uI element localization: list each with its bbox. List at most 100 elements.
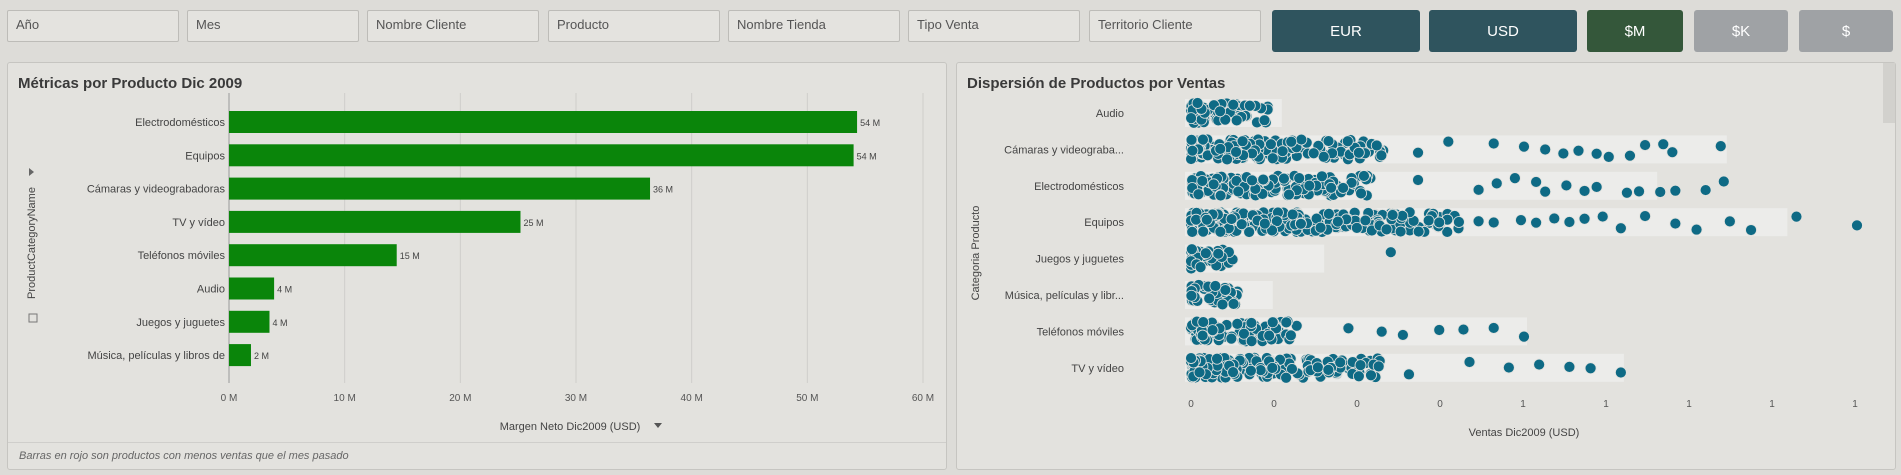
scatter-point xyxy=(1639,139,1651,151)
scatter-point xyxy=(1572,144,1585,157)
scatter-point xyxy=(1194,261,1207,274)
x-tick-label: 0 M xyxy=(221,393,238,404)
bar-chart: 0 M 10 M 20 M 30 M 40 M 50 M 60 M Electrodomést… xyxy=(26,93,934,433)
scatter-point xyxy=(1314,221,1327,234)
scatter-point xyxy=(1790,210,1803,223)
scatter-point xyxy=(1403,368,1415,381)
eur-button[interactable]: EUR xyxy=(1272,10,1420,52)
scatter-point xyxy=(1265,138,1277,151)
scatter-point xyxy=(1197,225,1210,238)
category-label: TV y vídeo xyxy=(1071,363,1124,375)
x-tick-label: 1 xyxy=(1603,399,1609,410)
scatter-point xyxy=(1185,352,1197,364)
scatter-point xyxy=(1245,335,1258,348)
scatter-point xyxy=(1243,99,1256,112)
filter-nombre-cliente[interactable]: Nombre Cliente xyxy=(367,10,539,42)
scatter-point xyxy=(1624,149,1636,162)
category-label: Música, películas y libr... xyxy=(1005,290,1124,302)
scatter-point xyxy=(1199,247,1212,260)
category-label: Electrodomésticos xyxy=(1034,181,1124,193)
scatter-point xyxy=(1257,173,1270,186)
millions-button[interactable]: $M xyxy=(1587,10,1683,52)
scatter-point xyxy=(1584,362,1597,375)
scatter-point xyxy=(1285,135,1298,148)
scatter-point xyxy=(1227,98,1240,111)
bar xyxy=(229,144,854,167)
scatter-point xyxy=(1231,317,1244,330)
scatter-point xyxy=(1666,146,1679,159)
data-label: 15 M xyxy=(400,251,420,261)
scatter-chart: 0 0 0 0 1 1 1 1 1 Audio Cámaras y videograba... Ele… xyxy=(970,97,1863,439)
scatter-point xyxy=(1487,216,1500,229)
scatter-point xyxy=(1280,371,1293,384)
scatter-point xyxy=(1548,212,1561,225)
scatter-point xyxy=(1311,361,1324,374)
y-axis-title: Categoria Producto xyxy=(970,206,982,301)
scatter-point xyxy=(1207,178,1220,191)
scatter-point xyxy=(1303,179,1316,192)
scatter-point xyxy=(1227,366,1239,379)
scatter-point xyxy=(1331,215,1344,228)
data-label: 54 M xyxy=(857,151,877,161)
scatter-point xyxy=(1560,179,1573,192)
scatter-point xyxy=(1280,316,1293,329)
scatter-point xyxy=(1225,213,1238,225)
scatter-point xyxy=(1384,246,1397,259)
filter-tipo-venta[interactable]: Tipo Venta xyxy=(908,10,1080,42)
scatter-point xyxy=(1590,147,1603,160)
scatter-point xyxy=(1185,289,1198,302)
scatter-point xyxy=(1669,217,1682,230)
scatter-point xyxy=(1230,114,1243,127)
filter-ano[interactable]: Año xyxy=(7,10,179,42)
thousands-button[interactable]: $K xyxy=(1694,10,1788,52)
bar xyxy=(229,244,397,267)
scatter-point xyxy=(1509,172,1521,184)
x-tick-label: 50 M xyxy=(796,393,818,404)
scatter-point xyxy=(1578,212,1591,225)
scatter-point xyxy=(1375,149,1388,162)
filter-producto[interactable]: Producto xyxy=(548,10,720,42)
scatter-point xyxy=(1518,330,1530,343)
filter-nombre-tienda[interactable]: Nombre Tienda xyxy=(728,10,900,42)
scatter-point xyxy=(1515,214,1527,227)
scatter-point xyxy=(1193,366,1206,379)
bar xyxy=(229,344,251,367)
scatter-point xyxy=(1191,97,1204,109)
scatter-point xyxy=(1214,142,1227,155)
scatter-point xyxy=(1307,147,1320,160)
scatter-point xyxy=(1235,218,1248,231)
scatter-point xyxy=(1365,369,1377,382)
scatter-point xyxy=(1654,186,1667,198)
scatter-point xyxy=(1209,280,1222,292)
scatter-point xyxy=(1621,186,1633,199)
category-label: Juegos y juguetes xyxy=(136,317,225,329)
scatter-point xyxy=(1185,133,1198,146)
scatter-point xyxy=(1639,210,1651,222)
category-label: Teléfonos móviles xyxy=(138,250,226,262)
scatter-point xyxy=(1295,133,1308,146)
scatter-point xyxy=(1219,284,1232,296)
scatter-point xyxy=(1190,213,1202,226)
scatter-point xyxy=(1258,114,1271,127)
filter-bar: Año Mes Nombre Cliente Producto Nombre T… xyxy=(0,0,1901,56)
x-tick-label: 10 M xyxy=(334,393,356,404)
category-label: Equipos xyxy=(1084,217,1124,229)
category-label: Cámaras y videograba... xyxy=(1004,144,1124,156)
x-tick-label: 20 M xyxy=(449,393,471,404)
scatter-point xyxy=(1236,135,1249,148)
data-label: 54 M xyxy=(860,118,880,128)
filter-mes[interactable]: Mes xyxy=(187,10,359,42)
scatter-point xyxy=(1487,137,1500,150)
filter-territorio-cliente[interactable]: Territorio Cliente xyxy=(1089,10,1261,42)
x-tick-label: 0 xyxy=(1437,399,1443,410)
scatter-point xyxy=(1221,153,1233,166)
scatter-point xyxy=(1596,210,1609,223)
usd-button[interactable]: USD xyxy=(1429,10,1577,52)
scatter-point xyxy=(1699,184,1712,196)
bar xyxy=(229,210,521,233)
scatter-point xyxy=(1322,135,1335,147)
units-button[interactable]: $ xyxy=(1799,10,1893,52)
bar-chart-panel: Métricas por Producto Dic 2009 0 M 10 M 20… xyxy=(7,62,947,470)
category-label: TV y vídeo xyxy=(172,217,225,229)
scatter-point xyxy=(1463,356,1476,368)
